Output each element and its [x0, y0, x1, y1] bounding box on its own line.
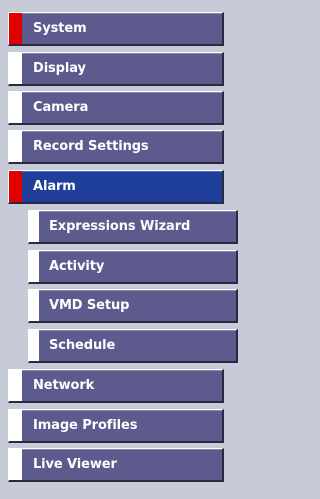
indicator	[9, 131, 22, 162]
submenu-item-label: Schedule	[49, 338, 116, 353]
menu-item-image-profiles[interactable]: Image Profiles	[8, 409, 224, 443]
submenu-item-schedule[interactable]: Schedule	[28, 329, 238, 363]
active-indicator	[9, 13, 22, 44]
menu-item-label: Network	[33, 378, 95, 393]
menu-item-network[interactable]: Network	[8, 369, 224, 403]
submenu-item-label: VMD Setup	[49, 298, 130, 313]
indicator	[29, 211, 39, 242]
submenu-item-label: Expressions Wizard	[49, 219, 191, 234]
menu-item-alarm[interactable]: Alarm	[8, 170, 224, 204]
submenu-item-activity[interactable]: Activity	[28, 250, 238, 284]
active-indicator	[9, 171, 22, 202]
indicator	[9, 449, 22, 480]
menu-item-camera[interactable]: Camera	[8, 91, 224, 125]
submenu-item-expressions-wizard[interactable]: Expressions Wizard	[28, 210, 238, 244]
indicator	[29, 330, 39, 361]
menu-item-label: Camera	[33, 100, 89, 115]
indicator	[9, 410, 22, 441]
menu-item-display[interactable]: Display	[8, 52, 224, 86]
submenu-item-vmd-setup[interactable]: VMD Setup	[28, 289, 238, 323]
menu-item-label: Live Viewer	[33, 457, 117, 472]
indicator	[9, 370, 22, 401]
menu-item-label: Image Profiles	[33, 418, 138, 433]
submenu-item-label: Activity	[49, 259, 105, 274]
indicator	[9, 53, 22, 84]
menu-item-label: Display	[33, 61, 86, 76]
menu-item-system[interactable]: System	[8, 12, 224, 46]
indicator	[29, 290, 39, 321]
settings-nav-menu: System Display Camera Record Settings Al…	[0, 0, 262, 499]
indicator	[9, 92, 22, 123]
menu-item-label: Alarm	[33, 179, 76, 194]
menu-item-label: Record Settings	[33, 139, 149, 154]
menu-item-live-viewer[interactable]: Live Viewer	[8, 448, 224, 482]
menu-item-label: System	[33, 21, 87, 36]
menu-item-record-settings[interactable]: Record Settings	[8, 130, 224, 164]
indicator	[29, 251, 39, 282]
